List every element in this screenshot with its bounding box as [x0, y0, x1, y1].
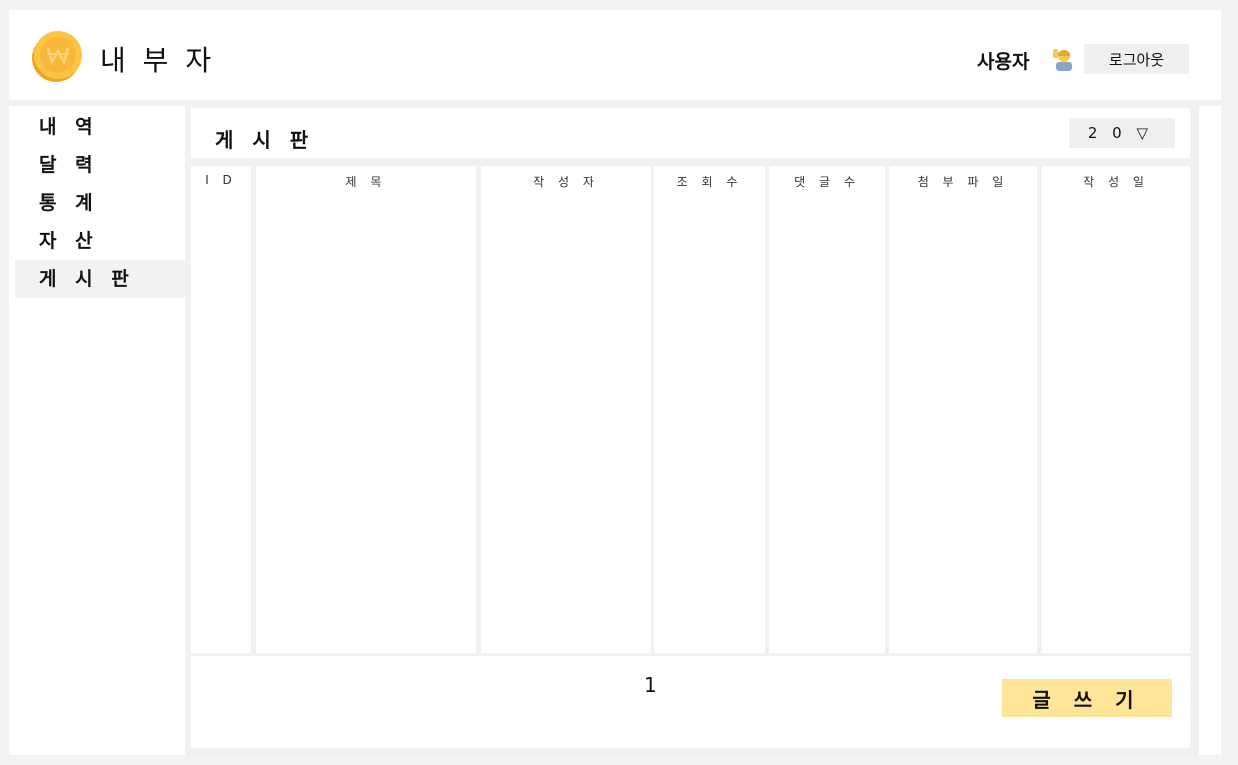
column-header-title[interactable]: 제 목 [256, 173, 476, 190]
column-header-author[interactable]: 작 성 자 [481, 173, 651, 190]
sidebar-item-statistics[interactable]: 통 계 [15, 184, 185, 222]
sidebar: 내 역 달 력 통 계 자 산 게 시 판 [15, 108, 185, 748]
won-coin-icon [32, 31, 82, 82]
sidebar-item-calendar[interactable]: 달 력 [15, 146, 185, 184]
sidebar-item-board[interactable]: 게 시 판 [15, 260, 185, 298]
column-header-attachments[interactable]: 첨 부 파 일 [889, 173, 1037, 190]
person-raising-hand-icon [1053, 49, 1072, 71]
user-label: 사용자 [977, 51, 1030, 73]
column-author: 작 성 자 [481, 166, 651, 653]
brand-title: 내 부 자 [100, 44, 216, 77]
top-header: 내 부 자 사용자 로그아웃 [9, 10, 1221, 100]
board-header: 게 시 판 2 0 ▽ [191, 108, 1190, 158]
per-page-select[interactable]: 2 0 ▽ [1069, 118, 1175, 148]
column-header-comments[interactable]: 댓 글 수 [769, 173, 885, 190]
column-title: 제 목 [256, 166, 476, 653]
page-title: 게 시 판 [215, 128, 315, 152]
sidebar-item-history[interactable]: 내 역 [15, 108, 185, 146]
logout-button[interactable]: 로그아웃 [1084, 44, 1189, 74]
column-header-views[interactable]: 조 회 수 [654, 173, 765, 190]
column-header-date[interactable]: 작 성 일 [1042, 173, 1190, 190]
board-footer: 1 글 쓰 기 [191, 656, 1190, 748]
column-attachments: 첨 부 파 일 [889, 166, 1037, 653]
sidebar-item-assets[interactable]: 자 산 [15, 222, 185, 260]
pagination-page-1[interactable]: 1 [644, 673, 657, 697]
column-header-id[interactable]: I D [191, 173, 251, 187]
app-frame: 내 부 자 사용자 로그아웃 내 역 달 력 통 계 자 산 게 시 판 게 시… [9, 10, 1221, 755]
column-views: 조 회 수 [654, 166, 765, 653]
column-comments: 댓 글 수 [769, 166, 885, 653]
write-post-button[interactable]: 글 쓰 기 [1002, 679, 1172, 717]
column-date: 작 성 일 [1042, 166, 1190, 653]
column-id: I D [191, 166, 251, 653]
